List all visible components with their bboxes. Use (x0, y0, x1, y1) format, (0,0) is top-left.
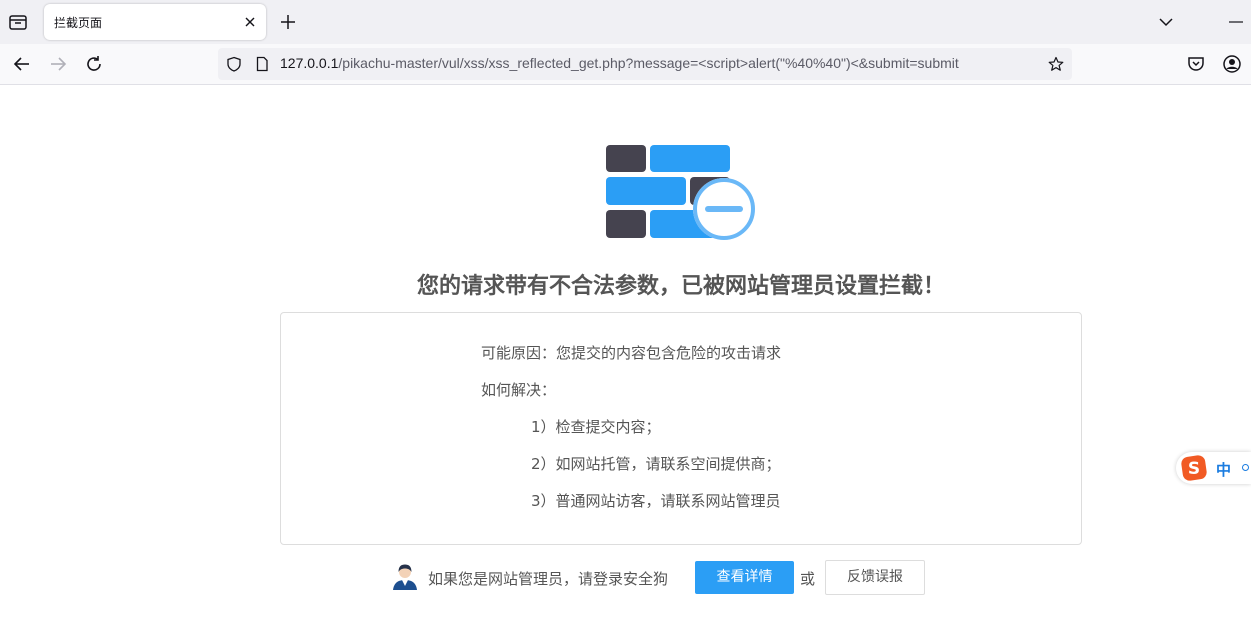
address-bar[interactable]: 127.0.0.1/pikachu-master/vul/xss/xss_ref… (218, 48, 1072, 80)
navigation-bar: 127.0.0.1/pikachu-master/vul/xss/xss_ref… (0, 44, 1251, 85)
report-false-positive-button[interactable]: 反馈误报 (825, 560, 925, 595)
close-icon[interactable] (242, 14, 258, 30)
step-item: 2）如网站托管，请联系空间提供商； (531, 455, 781, 473)
step-item: 1）检查提交内容； (531, 418, 661, 436)
reason-text: 可能原因：您提交的内容包含危险的攻击请求 (481, 344, 782, 362)
star-icon[interactable] (1048, 56, 1064, 72)
back-arrow-icon[interactable] (12, 54, 32, 74)
tab-title: 拦截页面 (54, 16, 103, 30)
ime-language-indicator[interactable]: 中 (1216, 459, 1231, 480)
url-host: 127.0.0.1 (280, 55, 339, 71)
admin-avatar-icon (390, 561, 420, 591)
step-item: 3）普通网站访客，请联系网站管理员 (531, 492, 781, 510)
page-title: 您的请求带有不合法参数，已被网站管理员设置拦截！ (416, 274, 945, 299)
account-icon[interactable] (1222, 54, 1242, 74)
new-tab-icon[interactable] (278, 12, 298, 32)
tab-bar: 拦截页面 (0, 0, 1251, 44)
tab-list-icon[interactable] (6, 10, 30, 34)
or-label: 或 (800, 570, 816, 588)
ime-toolbar[interactable]: S 中 (1176, 452, 1251, 484)
chevron-down-icon[interactable] (1156, 12, 1176, 32)
minimize-icon[interactable] (1221, 12, 1245, 32)
url-path: /pikachu-master/vul/xss/xss_reflected_ge… (338, 55, 959, 71)
reason-panel: 可能原因：您提交的内容包含危险的攻击请求 如何解决： 1）检查提交内容； 2）如… (280, 312, 1082, 545)
how-to-title: 如何解决： (481, 381, 557, 399)
url-text[interactable]: 127.0.0.1/pikachu-master/vul/xss/xss_ref… (280, 55, 959, 71)
forward-arrow-icon[interactable] (48, 54, 68, 74)
shield-icon[interactable] (226, 56, 242, 72)
ime-punctuation-icon[interactable] (1242, 464, 1249, 471)
sogou-logo-icon[interactable]: S (1181, 455, 1207, 481)
page-icon[interactable] (254, 56, 270, 72)
reload-icon[interactable] (84, 54, 104, 74)
view-details-button[interactable]: 查看详情 (695, 561, 794, 594)
pocket-icon[interactable] (1186, 54, 1206, 74)
svg-text:S: S (1188, 459, 1200, 479)
admin-login-hint: 如果您是网站管理员，请登录安全狗 (428, 570, 669, 588)
active-tab[interactable]: 拦截页面 (44, 4, 266, 40)
firewall-block-icon (604, 144, 758, 244)
